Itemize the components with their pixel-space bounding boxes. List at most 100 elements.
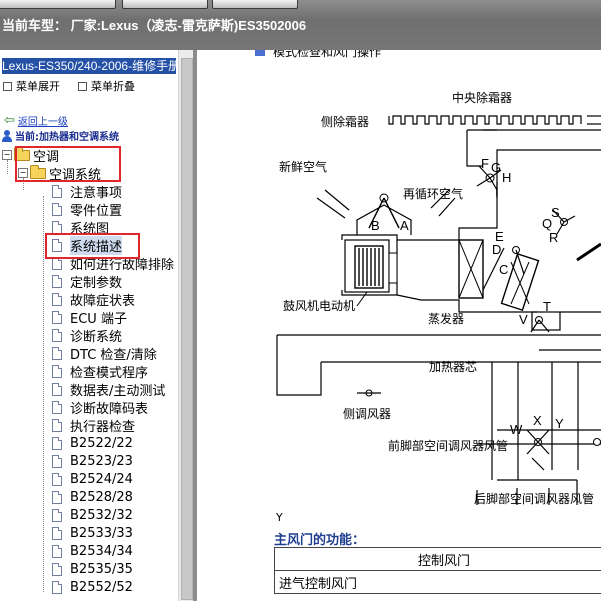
document-icon — [52, 454, 62, 468]
letter-w: W — [510, 422, 523, 437]
letter-d: D — [492, 242, 501, 257]
letter-h: H — [502, 170, 511, 185]
vertical-scrollbar[interactable] — [178, 50, 194, 601]
letter-i: I — [495, 184, 499, 199]
back-arrow-icon: ⇦ — [4, 113, 15, 128]
side-defrost-label: 侧除霜器 — [321, 114, 369, 129]
document-icon — [52, 220, 62, 234]
expand-menu-label: 菜单展开 — [16, 80, 60, 93]
back-row[interactable]: ⇦ 返回上一级 — [4, 113, 68, 128]
document-icon — [52, 526, 62, 540]
front-foot-duct-label: 前脚部空间调风器风管 — [388, 438, 508, 453]
tree-item[interactable]: 故障症状表 — [52, 290, 136, 309]
letter-y: Y — [555, 416, 564, 431]
tree-item[interactable]: B2552/52 — [52, 578, 133, 596]
tree-item-label: 执行器检查 — [70, 419, 136, 435]
side-register-label: 侧调风器 — [343, 407, 391, 421]
document-icon — [52, 508, 62, 522]
tree-item-label: B2528/28 — [70, 489, 133, 505]
tree-item[interactable]: B2524/24 — [52, 470, 133, 488]
tree-item[interactable]: B2528/28 — [52, 488, 133, 506]
letter-g: G — [491, 160, 501, 175]
function-title: 主风门的功能： — [274, 533, 366, 548]
tree-item[interactable]: B2532/32 — [52, 506, 133, 524]
tree-item[interactable]: B2523/23 — [52, 452, 133, 470]
tree-item-label: B2534/34 — [70, 543, 133, 559]
letter-b: B — [371, 218, 380, 233]
tree-item[interactable]: 零件位置 — [52, 200, 123, 219]
tree-item-label: 零件位置 — [70, 203, 123, 219]
tree-item-label: 数据表/主动测试 — [70, 383, 166, 399]
document-icon — [52, 274, 62, 288]
letter-x: X — [533, 413, 542, 428]
highlight-box — [15, 146, 121, 182]
letter-c: C — [499, 262, 508, 277]
document-icon — [52, 562, 62, 576]
rear-foot-duct-label: 后脚部空间调风器风管 — [474, 491, 594, 506]
toolbar-button-2[interactable] — [122, 0, 208, 9]
document-icon — [52, 328, 62, 342]
letter-t: T — [543, 299, 551, 314]
letter-v: V — [519, 312, 528, 327]
tree-item-label: 检查模式程序 — [70, 365, 149, 381]
tree-item-label: 注意事项 — [70, 185, 123, 201]
document-icon — [52, 544, 62, 558]
section-heading: 模式检查和风门操作 — [273, 50, 381, 59]
tree-item-label: B2533/33 — [70, 525, 133, 541]
toolbar-button-1[interactable] — [0, 0, 116, 9]
center-defrost-label: 中央除霜器 — [452, 90, 512, 105]
navigation-tree-container: Lexus-ES350/240-2006-维修手册 菜单展开 菜单折叠 ⇦ 返回… — [0, 50, 178, 601]
tree-item[interactable]: B2522/22 — [52, 434, 133, 452]
tree-item[interactable]: 数据表/主动测试 — [52, 380, 166, 399]
damper-function-table: 控制风门 进气控制风门 — [274, 547, 601, 594]
tree-item[interactable]: B2534/34 — [52, 542, 133, 560]
tree-item[interactable]: 诊断系统 — [52, 326, 123, 345]
y-marker: Y — [276, 511, 283, 524]
document-icon — [52, 346, 62, 360]
table-header-cell: 控制风门 — [274, 547, 601, 571]
evaporator — [458, 239, 484, 299]
table-cell: 进气控制风门 — [274, 570, 601, 594]
blower-motor — [344, 239, 398, 307]
expand-icon — [3, 81, 12, 91]
tree-connector — [43, 196, 44, 592]
blower-motor-label: 鼓风机电动机 — [283, 299, 355, 313]
highlight-box — [45, 233, 140, 259]
section-bullet-icon — [255, 50, 265, 56]
current-car-label: 当前车型： 厂家:Lexus（凌志-雷克萨斯)ES3502006 — [2, 18, 307, 33]
document-icon — [52, 400, 62, 414]
manual-title: Lexus-ES350/240-2006-维修手册 — [2, 58, 176, 74]
document-icon — [52, 310, 62, 324]
tree-item-label: 故障症状表 — [70, 293, 136, 309]
tree-item[interactable]: 检查模式程序 — [52, 362, 149, 381]
tree-item[interactable]: DTC 检查/清除 — [52, 344, 157, 363]
title-bar: 当前车型： 厂家:Lexus（凌志-雷克萨斯)ES3502006 — [0, 0, 601, 50]
tree-item[interactable]: 注意事项 — [52, 182, 123, 201]
document-icon — [52, 418, 62, 432]
tree-item[interactable]: B2535/35 — [52, 560, 133, 578]
current-location: 当前:加热器和空调系统 — [2, 128, 119, 143]
letter-e: E — [495, 229, 504, 244]
document-icon — [52, 382, 62, 396]
tree-item-label: 诊断故障码表 — [70, 401, 149, 417]
tree-item-label: 诊断系统 — [70, 329, 123, 345]
tree-item-label: B2523/23 — [70, 453, 133, 469]
collapse-menu-label: 菜单折叠 — [91, 80, 135, 93]
expand-menu-button[interactable]: 菜单展开 — [3, 78, 60, 94]
back-link[interactable]: 返回上一级 — [18, 113, 68, 128]
collapse-icon — [78, 81, 87, 91]
tree-item-label: B2552/52 — [70, 579, 133, 595]
scrollbar-thumb[interactable] — [181, 58, 193, 600]
content-area: 模式检查和风门操作 中央除霜器 侧除霜器 新鲜空气 再循环空气 鼓风机电动机 蒸… — [197, 50, 601, 601]
collapse-toggle-icon[interactable]: − — [2, 150, 12, 160]
collapse-menu-button[interactable]: 菜单折叠 — [78, 78, 135, 94]
tree-item[interactable]: B2533/33 — [52, 524, 133, 542]
tree-item[interactable]: 定制参数 — [52, 272, 122, 291]
table-row: 进气控制风门 — [274, 570, 601, 594]
tree-item[interactable]: ECU 端子 — [52, 308, 127, 327]
tree-item[interactable]: 执行器检查 — [52, 416, 136, 435]
toolbar-button-3[interactable] — [212, 0, 298, 9]
fresh-air-label: 新鲜空气 — [279, 159, 327, 174]
tree-item[interactable]: 诊断故障码表 — [52, 398, 149, 417]
tree-item-label: ECU 端子 — [70, 311, 127, 327]
